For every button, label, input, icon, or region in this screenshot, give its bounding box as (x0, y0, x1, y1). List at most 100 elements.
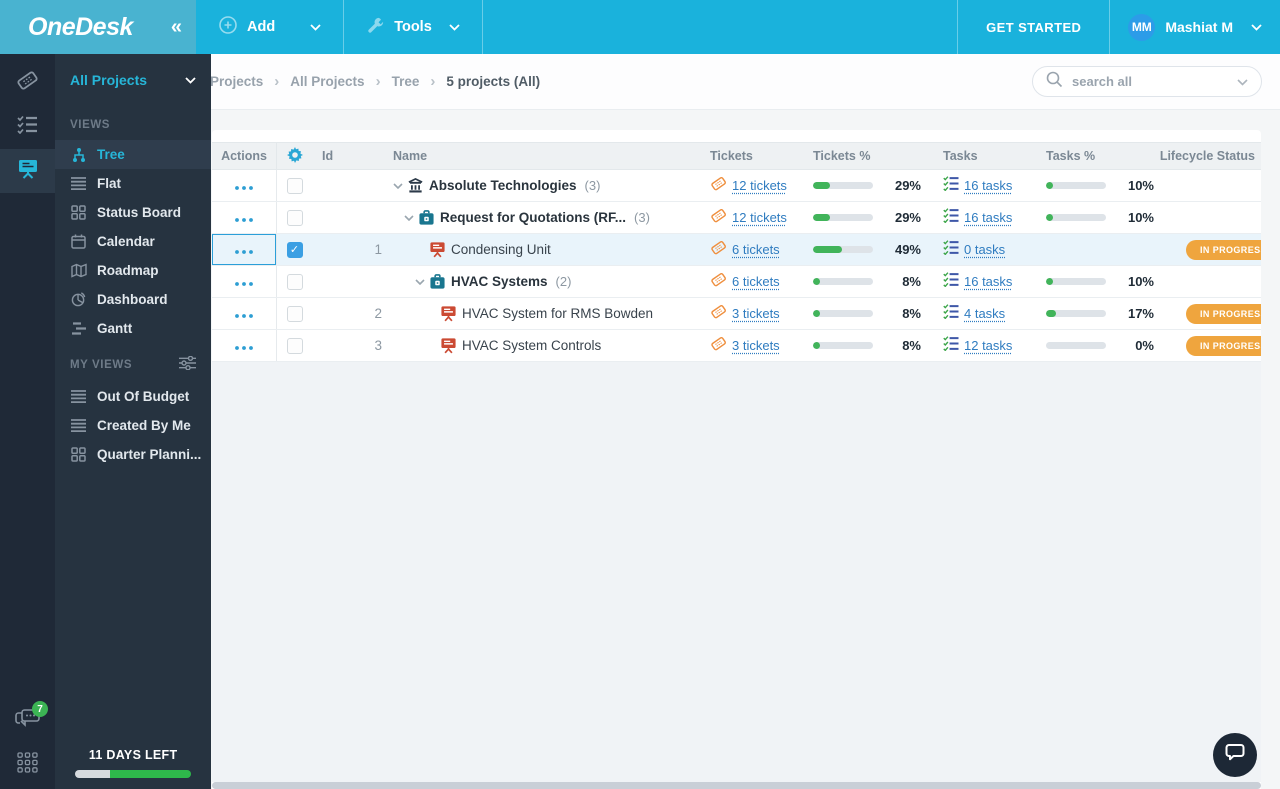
row-actions-button[interactable] (212, 170, 277, 201)
tasks-link[interactable]: 16 tasks (964, 178, 1012, 193)
tickets-link[interactable]: 6 tickets (732, 242, 780, 257)
sidebar-item-tree[interactable]: Tree (55, 140, 211, 169)
table-row[interactable]: 3 HVAC System Controls 3 tickets 8% 12 t… (212, 330, 1261, 362)
sidebar-item-created-by-me[interactable]: Created By Me (55, 411, 211, 440)
status-board-icon (70, 205, 87, 220)
sidebar-item-dashboard[interactable]: Dashboard (55, 285, 211, 314)
tasks-checklist-icon (943, 240, 959, 260)
project-scope-label: All Projects (70, 72, 147, 88)
column-header-id[interactable]: Id (312, 149, 390, 163)
table-row[interactable]: 1 Condensing Unit 6 tickets 49% 0 tasks (212, 234, 1261, 266)
tasks-link[interactable]: 16 tasks (964, 274, 1012, 289)
chat-launcher-button[interactable] (1213, 733, 1257, 777)
row-actions-button[interactable] (212, 330, 277, 361)
expander-chevron-icon[interactable] (393, 183, 407, 189)
user-menu[interactable]: MM Mashiat M (1110, 0, 1280, 54)
tasks-percent-cell (1036, 246, 1178, 253)
chevron-down-icon (1251, 18, 1262, 36)
add-button[interactable]: Add (196, 0, 343, 54)
sidebar-item-gantt[interactable]: Gantt (55, 314, 211, 343)
sidebar-item-out-of-budget[interactable]: Out Of Budget (55, 382, 211, 411)
tickets-link[interactable]: 12 tickets (732, 210, 787, 225)
column-header-tasks-pct[interactable]: Tasks % (1036, 149, 1178, 163)
item-child-count: (2) (556, 274, 572, 289)
tasks-progress-bar (1046, 310, 1106, 317)
row-checkbox[interactable] (287, 274, 303, 290)
column-header-tickets[interactable]: Tickets (702, 149, 799, 163)
column-header-tickets-pct[interactable]: Tickets % (799, 149, 939, 163)
wrench-icon (366, 16, 385, 39)
filter-sliders-icon[interactable] (179, 356, 196, 373)
breadcrumb-all-projects[interactable]: All Projects (290, 74, 364, 89)
row-actions-button[interactable] (212, 266, 277, 297)
breadcrumb-projects[interactable]: Projects (210, 74, 263, 89)
row-actions-button[interactable] (212, 298, 277, 329)
sidebar-item-quarter-planning[interactable]: Quarter Planni... (55, 440, 211, 469)
status-badge: IN PROGRESS (1186, 304, 1261, 324)
tickets-link[interactable]: 12 tickets (732, 178, 787, 193)
rail-item-messenger[interactable]: 7 (0, 699, 55, 743)
tasks-link[interactable]: 12 tasks (964, 338, 1012, 353)
table-row[interactable]: Request for Quotations (RF... (3) 12 tic… (212, 202, 1261, 234)
row-checkbox[interactable] (287, 210, 303, 226)
item-name[interactable]: Condensing Unit (451, 242, 551, 257)
collapse-sidebar-icon[interactable]: « (171, 16, 182, 39)
item-name[interactable]: HVAC System for RMS Bowden (462, 306, 653, 321)
messenger-badge: 7 (32, 701, 48, 717)
expander-chevron-icon[interactable] (404, 215, 418, 221)
row-checkbox[interactable] (287, 338, 303, 354)
column-header-name[interactable]: Name (390, 149, 702, 163)
tasks-link[interactable]: 0 tasks (964, 242, 1005, 257)
tickets-progress-bar (813, 310, 873, 317)
trial-progress-elapsed (75, 770, 110, 778)
horizontal-scrollbar[interactable] (212, 782, 1261, 789)
tasks-link[interactable]: 4 tasks (964, 306, 1005, 321)
project-scope-selector[interactable]: All Projects (55, 54, 211, 106)
sidebar-item-roadmap[interactable]: Roadmap (55, 256, 211, 285)
rail-item-tickets[interactable] (0, 61, 55, 105)
table-row[interactable]: 2 HVAC System for RMS Bowden 3 tickets 8… (212, 298, 1261, 330)
search-input[interactable]: search all (1032, 66, 1262, 97)
sidebar-item-calendar[interactable]: Calendar (55, 227, 211, 256)
column-settings-gear[interactable] (277, 147, 312, 166)
tickets-progress-bar (813, 342, 873, 349)
rail-item-tasks[interactable] (0, 105, 55, 149)
table-row[interactable]: Absolute Technologies (3) 12 tickets 29%… (212, 170, 1261, 202)
chevron-down-icon (185, 71, 196, 89)
row-actions-button[interactable] (212, 234, 277, 265)
table-row[interactable]: HVAC Systems (2) 6 tickets 8% 16 tasks 1… (212, 266, 1261, 298)
tickets-link[interactable]: 3 tickets (732, 306, 780, 321)
sidebar-item-status-board[interactable]: Status Board (55, 198, 211, 227)
breadcrumb-tree[interactable]: Tree (392, 74, 420, 89)
item-name[interactable]: HVAC Systems (451, 274, 548, 289)
chevron-down-icon[interactable] (1237, 73, 1248, 91)
ticket-icon (710, 239, 727, 261)
item-name[interactable]: HVAC System Controls (462, 338, 601, 353)
tickets-link[interactable]: 3 tickets (732, 338, 780, 353)
tickets-percent-cell: 49% (799, 242, 939, 257)
row-checkbox[interactable] (287, 306, 303, 322)
row-checkbox[interactable] (287, 242, 303, 258)
tasks-checklist-icon (943, 272, 959, 292)
item-name[interactable]: Absolute Technologies (429, 178, 577, 193)
rail-item-apps[interactable] (0, 743, 55, 787)
tasks-progress-bar (1046, 342, 1106, 349)
ellipsis-menu-icon (235, 241, 253, 259)
row-actions-button[interactable] (212, 202, 277, 233)
rail-item-projects[interactable] (0, 149, 55, 193)
tasks-percent-cell: 10% (1036, 210, 1178, 225)
tickets-link[interactable]: 6 tickets (732, 274, 780, 289)
item-name[interactable]: Request for Quotations (RF... (440, 210, 626, 225)
tasks-link[interactable]: 16 tasks (964, 210, 1012, 225)
column-header-tasks[interactable]: Tasks (939, 149, 1036, 163)
sidebar-item-flat[interactable]: Flat (55, 169, 211, 198)
expander-chevron-icon[interactable] (415, 279, 429, 285)
item-child-count: (3) (585, 178, 601, 193)
breadcrumb-separator: › (376, 73, 381, 90)
tools-button[interactable]: Tools (344, 0, 482, 54)
get-started-button[interactable]: GET STARTED (958, 0, 1109, 54)
row-name-cell: HVAC System for RMS Bowden (390, 305, 702, 322)
column-header-lifecycle-status[interactable]: Lifecycle Status (1178, 143, 1261, 169)
row-checkbox[interactable] (287, 178, 303, 194)
breadcrumb-bar: Projects › All Projects › Tree › 5 proje… (196, 54, 1280, 110)
